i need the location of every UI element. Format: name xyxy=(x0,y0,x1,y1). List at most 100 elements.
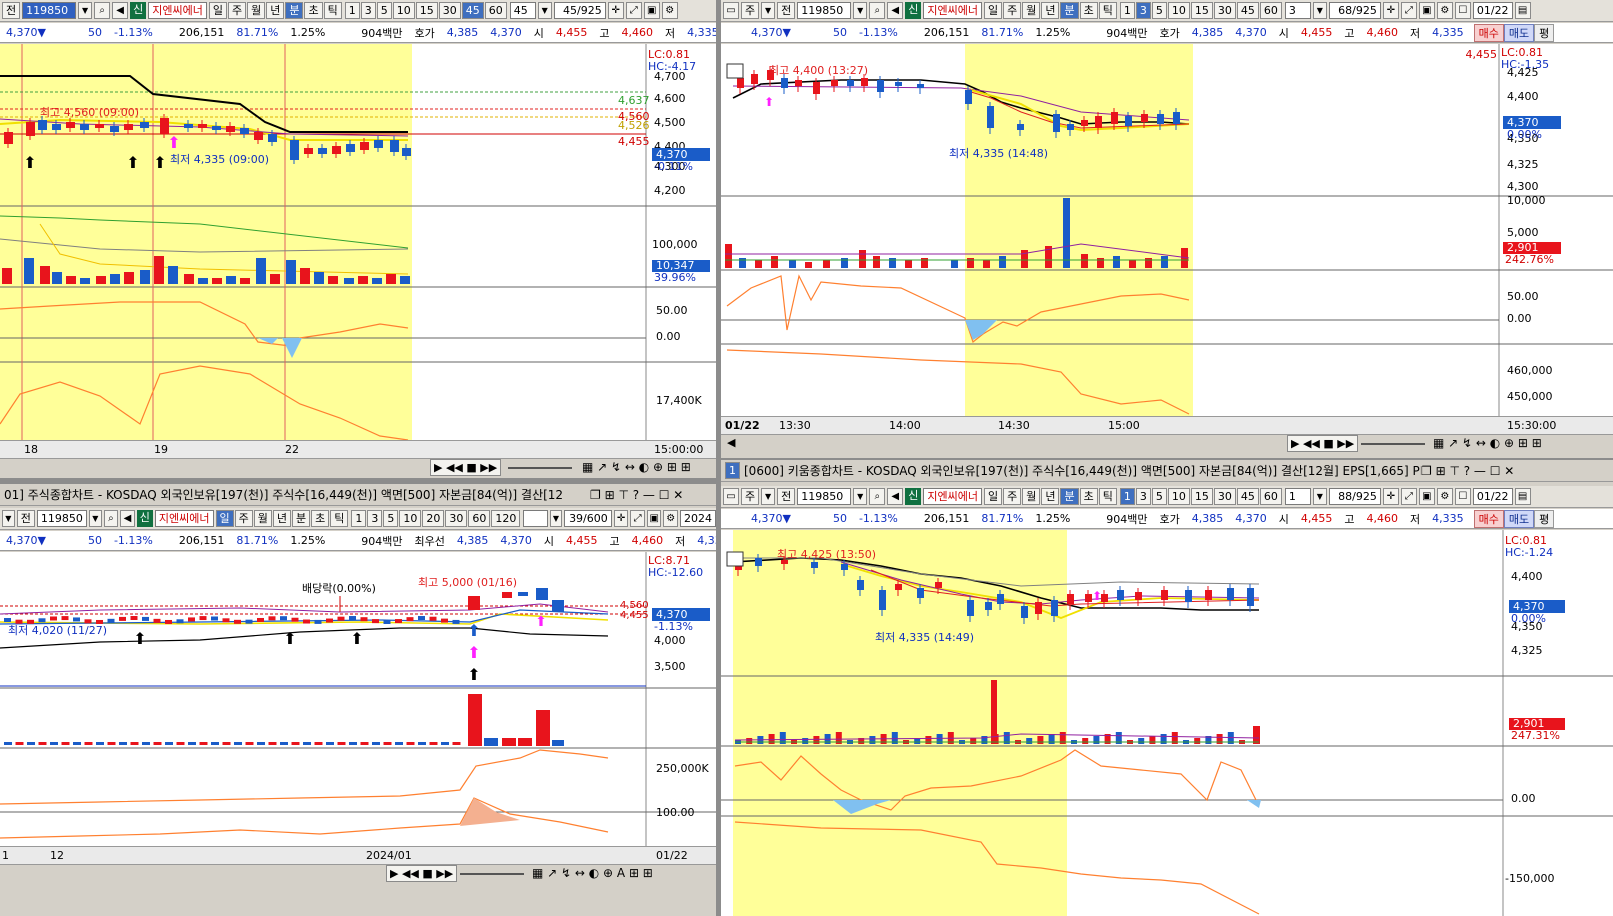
count-input[interactable]: 39/600 xyxy=(564,510,612,527)
period-tab[interactable]: 초 xyxy=(1079,2,1098,19)
search-icon[interactable]: ⌕ xyxy=(103,510,119,527)
chart-area[interactable]: ⬆ 최고 4,425 (13:50) 최저 4,335 (14:49) LC:0.81… xyxy=(721,530,1613,916)
mode-button[interactable]: 전 xyxy=(2,2,21,19)
chart-area[interactable]: 배당락(0.00%) 최고 5,000 (01/16) 최저 4,020 (11/2… xyxy=(0,552,716,848)
interval-button[interactable]: 30 xyxy=(445,510,468,527)
gear-icon[interactable]: ⚙ xyxy=(1436,2,1453,19)
period-tab[interactable]: 월 xyxy=(247,2,266,19)
interval-button[interactable]: 60 xyxy=(468,510,491,527)
window-icon[interactable]: ▭ xyxy=(723,488,739,505)
count-input[interactable]: 88/925 xyxy=(1328,488,1381,505)
chevron-down-icon[interactable]: ▼ xyxy=(853,488,868,505)
interval-button[interactable]: 120 xyxy=(491,510,521,527)
interval-button[interactable]: 10 xyxy=(1167,2,1190,19)
crosshair-icon[interactable]: ✛ xyxy=(607,2,624,19)
scroll-bar[interactable]: ◀ ▶ ◀◀ ■ ▶▶ ▦ ↗ ↯ ↔ ◐ ⊕ ⊞ ⊞ xyxy=(721,434,1613,452)
mode-button[interactable]: 전 xyxy=(777,2,796,19)
scroll-play-icon[interactable]: ▶ ◀◀ ■ ▶▶ xyxy=(1287,435,1359,452)
period-tab[interactable]: 일 xyxy=(983,488,1003,505)
period-tab[interactable]: 일 xyxy=(983,2,1003,19)
interval-button[interactable]: 45 xyxy=(1236,488,1259,505)
period-tab[interactable]: 년 xyxy=(272,510,292,527)
interval-button[interactable]: 3 xyxy=(1135,488,1151,505)
checkbox[interactable]: ☐ xyxy=(1454,2,1471,19)
zoom-slider[interactable] xyxy=(508,467,572,469)
date-input[interactable]: 2024 xyxy=(680,510,716,527)
period-tab[interactable]: 주 xyxy=(1003,2,1022,19)
interval-button[interactable]: 45 xyxy=(1236,2,1259,19)
period-tab[interactable]: 년 xyxy=(1041,488,1060,505)
period-tab[interactable]: 주 xyxy=(227,2,247,19)
interval-input[interactable]: 1 xyxy=(1284,488,1311,505)
interval-button[interactable]: 1 xyxy=(1119,488,1135,505)
zoom-icon[interactable]: ⤢ xyxy=(1400,2,1417,19)
interval-button[interactable]: 5 xyxy=(1151,488,1167,505)
period-tab[interactable]: 월 xyxy=(1022,2,1041,19)
chevron-down-icon[interactable]: ▼ xyxy=(1312,2,1327,19)
interval-button[interactable]: 30 xyxy=(1213,2,1236,19)
interval-button[interactable]: 45 xyxy=(461,2,484,19)
period-tab[interactable]: 월 xyxy=(253,510,272,527)
mode-button[interactable]: 전 xyxy=(16,510,35,527)
gear-icon[interactable]: ⚙ xyxy=(663,510,679,527)
zoom-icon[interactable]: ⤢ xyxy=(1400,488,1417,505)
window-control-icons[interactable]: ❐ ⊞ ⊤ ? — ☐ ✕ xyxy=(1421,463,1515,478)
period-tab[interactable]: 분 xyxy=(292,510,311,527)
interval-input[interactable] xyxy=(523,510,548,527)
period-tab[interactable]: 월 xyxy=(1022,488,1041,505)
interval-button[interactable]: 1 xyxy=(351,510,367,527)
date-input[interactable]: 01/22 xyxy=(1472,488,1513,505)
tool-icons[interactable]: ▦ ↗ ↯ ↔ ◐ ⊕ A ⊞ ⊞ xyxy=(532,866,653,880)
period-tab[interactable]: 초 xyxy=(1079,488,1098,505)
mode-button[interactable]: 전 xyxy=(777,488,796,505)
stock-code-input[interactable]: 119850 xyxy=(797,488,852,505)
interval-button[interactable]: 5 xyxy=(1151,2,1167,19)
speaker-icon[interactable]: ◀ xyxy=(112,2,129,19)
gear-icon[interactable]: ⚙ xyxy=(1436,488,1453,505)
crosshair-icon[interactable]: ✛ xyxy=(1382,488,1399,505)
speaker-icon[interactable]: ◀ xyxy=(887,488,904,505)
chevron-down-icon[interactable]: ▼ xyxy=(78,2,93,19)
buy-button[interactable]: 매수 xyxy=(1473,509,1504,528)
period-tab[interactable]: 초 xyxy=(304,2,323,19)
search-icon[interactable]: ⌕ xyxy=(94,2,111,19)
speaker-icon[interactable]: ◀ xyxy=(887,2,904,19)
interval-input[interactable]: 45 xyxy=(509,2,536,19)
scroll-left-icon[interactable]: ◀ xyxy=(727,436,735,449)
interval-button[interactable]: 10 xyxy=(1167,488,1190,505)
chevron-down-icon[interactable]: ▼ xyxy=(549,510,563,527)
period-tab[interactable]: 년 xyxy=(1041,2,1060,19)
save-icon[interactable]: ▣ xyxy=(1418,488,1435,505)
type-button[interactable]: 주 xyxy=(741,488,760,505)
tool-icons[interactable]: ▦ ↗ ↯ ↔ ◐ ⊕ ⊞ ⊞ xyxy=(582,460,691,474)
type-button[interactable]: 주 xyxy=(741,2,760,19)
gear-icon[interactable]: ⚙ xyxy=(661,2,678,19)
zoom-slider[interactable] xyxy=(460,873,524,875)
sell-button[interactable]: 매도 xyxy=(1503,23,1535,42)
period-tab[interactable]: 주 xyxy=(1003,488,1022,505)
period-tab[interactable]: 주 xyxy=(234,510,253,527)
interval-button[interactable]: 3 xyxy=(1135,2,1151,19)
interval-button[interactable]: 15 xyxy=(1190,488,1213,505)
interval-button[interactable]: 5 xyxy=(376,2,392,19)
save-icon[interactable]: ▣ xyxy=(646,510,662,527)
scroll-bar[interactable]: ▶ ◀◀ ■ ▶▶ ▦ ↗ ↯ ↔ ◐ ⊕ A ⊞ ⊞ xyxy=(0,864,716,882)
stock-code-input[interactable]: 119850 xyxy=(22,2,77,19)
chart-area[interactable]: ⬆ ⬆ ⬆ ⬆ 최고 4,560 (09:00) 최저 4,335 (09:00) 4,70… xyxy=(0,44,716,442)
period-tab[interactable]: 초 xyxy=(311,510,330,527)
scroll-bar[interactable]: ▶ ◀◀ ■ ▶▶ ▦ ↗ ↯ ↔ ◐ ⊕ ⊞ ⊞ xyxy=(0,458,716,476)
interval-button[interactable]: 5 xyxy=(383,510,399,527)
period-tab[interactable]: 일 xyxy=(208,2,227,19)
interval-button[interactable]: 1 xyxy=(344,2,360,19)
interval-button[interactable]: 15 xyxy=(415,2,438,19)
period-tab[interactable]: 틱 xyxy=(1098,2,1117,19)
interval-button[interactable]: 1 xyxy=(1119,2,1135,19)
scroll-play-icon[interactable]: ▶ ◀◀ ■ ▶▶ xyxy=(386,865,458,882)
stock-code-input[interactable]: 119850 xyxy=(36,510,87,527)
interval-button[interactable]: 10 xyxy=(399,510,422,527)
crosshair-icon[interactable]: ✛ xyxy=(613,510,629,527)
calendar-icon[interactable]: ▤ xyxy=(1514,488,1531,505)
save-icon[interactable]: ▣ xyxy=(1418,2,1435,19)
save-icon[interactable]: ▣ xyxy=(643,2,660,19)
window-number[interactable]: 1 xyxy=(725,462,740,479)
